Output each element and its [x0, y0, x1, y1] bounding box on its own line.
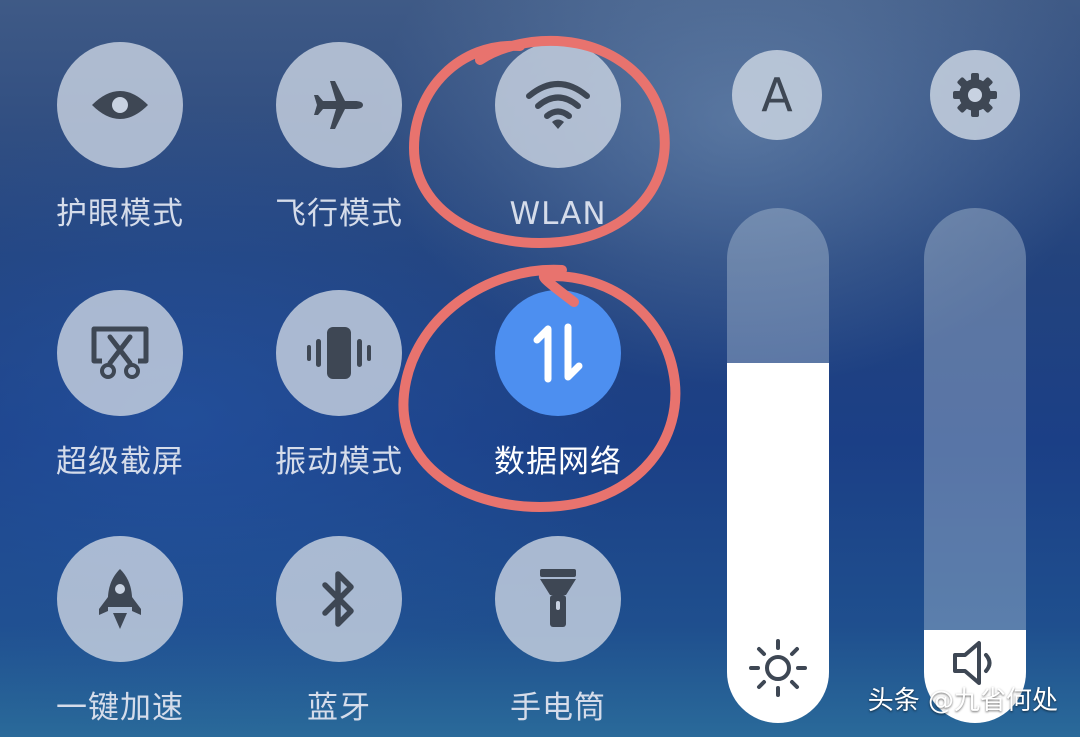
tile-mobile-data-button[interactable]	[495, 290, 621, 416]
flashlight-icon	[540, 569, 576, 627]
tile-eye-comfort-button[interactable]	[57, 42, 183, 168]
tile-flashlight-button[interactable]	[495, 536, 621, 662]
tile-bluetooth-label: 蓝牙	[307, 690, 371, 726]
tile-airplane-mode[interactable]: 飞行模式	[259, 42, 419, 232]
tile-one-click-boost-button[interactable]	[57, 536, 183, 662]
tile-super-screenshot-button[interactable]	[57, 290, 183, 416]
wifi-icon	[526, 81, 590, 129]
volume-slider[interactable]	[924, 208, 1026, 723]
vibrate-phone-icon	[307, 327, 371, 379]
auto-brightness-icon: A	[761, 68, 793, 122]
settings-button[interactable]	[930, 50, 1020, 140]
tile-flashlight[interactable]: 手电筒	[478, 536, 638, 726]
brightness-slider[interactable]	[727, 208, 829, 723]
tile-wlan[interactable]: WLAN	[478, 42, 638, 232]
airplane-icon	[314, 81, 363, 129]
tile-eye-comfort-label: 护眼模式	[56, 196, 184, 232]
tile-bluetooth[interactable]: 蓝牙	[259, 536, 419, 726]
mobile-data-arrows-icon	[533, 323, 583, 383]
tile-eye-comfort[interactable]: 护眼模式	[40, 42, 200, 232]
tile-mobile-data-label: 数据网络	[494, 444, 622, 480]
tile-mobile-data[interactable]: 数据网络	[478, 290, 638, 480]
tile-super-screenshot-label: 超级截屏	[56, 444, 184, 480]
tile-vibrate-mode-label: 振动模式	[275, 444, 403, 480]
tile-wlan-button[interactable]	[495, 42, 621, 168]
tile-vibrate-mode-button[interactable]	[276, 290, 402, 416]
bluetooth-icon	[322, 571, 354, 627]
gear-icon	[953, 73, 997, 117]
tile-super-screenshot[interactable]: 超级截屏	[40, 290, 200, 480]
rocket-icon	[99, 569, 141, 629]
tile-airplane-mode-label: 飞行模式	[275, 196, 403, 232]
screenshot-scissors-icon	[91, 326, 149, 379]
tile-flashlight-label: 手电筒	[510, 690, 606, 726]
sun-icon	[749, 639, 807, 697]
tile-one-click-boost[interactable]: 一键加速	[40, 536, 200, 726]
tile-airplane-mode-button[interactable]	[276, 42, 402, 168]
eye-icon	[92, 91, 148, 119]
tile-one-click-boost-label: 一键加速	[56, 690, 184, 726]
watermark: 头条 @九省何处	[867, 686, 1058, 716]
tile-vibrate-mode[interactable]: 振动模式	[259, 290, 419, 480]
auto-brightness-button[interactable]: A	[732, 50, 822, 140]
tile-wlan-label: WLAN	[509, 196, 607, 232]
tile-bluetooth-button[interactable]	[276, 536, 402, 662]
